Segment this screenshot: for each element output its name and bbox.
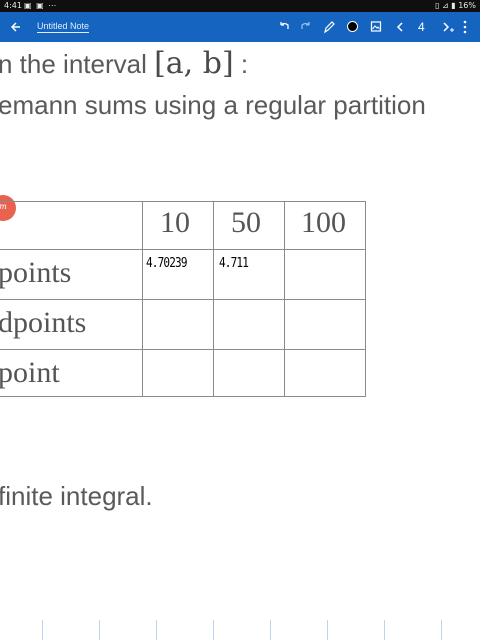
table-bottom-border: [0, 396, 366, 397]
notification-icons: ▣ ▣ ⋯: [24, 1, 58, 10]
page-guide: [270, 620, 271, 640]
handwritten-value-n50: 4.711: [219, 256, 249, 271]
app-bar: Untitled Note 4: [0, 12, 480, 42]
note-title[interactable]: Untitled Note: [37, 21, 90, 33]
table-row-border: [0, 249, 366, 250]
page-guide: [327, 620, 328, 640]
row-label-midpoints: dpoints: [0, 306, 87, 339]
battery-level: 16%: [458, 1, 476, 10]
page-guide: [213, 620, 214, 640]
next-add-page-icon[interactable]: [440, 12, 454, 42]
interval-text: n the interval: [0, 49, 155, 79]
interval-math: [a, b]: [154, 46, 234, 81]
note-line-riemann: emann sums using a regular partition: [0, 90, 426, 120]
status-time: 4:41: [4, 1, 22, 10]
column-header-10: 10: [160, 206, 190, 239]
status-bar: 4:41 ▣ ▣ ⋯ ▯ ⊿ ▮ 16%: [0, 0, 480, 12]
page-guide: [42, 620, 43, 640]
table-column-border: [213, 201, 214, 397]
note-line-interval: n the interval [a, b] :: [0, 46, 248, 81]
page-guide: [441, 620, 442, 640]
logo-badge: m: [0, 195, 16, 221]
column-header-100: 100: [301, 206, 346, 239]
table-row-border: [0, 299, 366, 300]
column-header-50: 50: [231, 206, 261, 239]
note-canvas[interactable]: n the interval [a, b] : emann sums using…: [0, 42, 480, 640]
row-label-points: points: [0, 256, 72, 289]
redo-icon[interactable]: [300, 12, 312, 42]
more-menu-icon[interactable]: [462, 12, 468, 42]
pen-icon[interactable]: [323, 12, 335, 42]
page-guide: [99, 620, 100, 640]
table-row-border: [0, 349, 366, 350]
handwritten-value-n10: 4.70239: [146, 256, 187, 271]
page-number: 4: [418, 20, 425, 34]
table-column-border: [142, 201, 143, 397]
table-top-border: [0, 201, 366, 202]
status-right: ▯ ⊿ ▮ 16%: [435, 1, 476, 10]
page-guide: [384, 620, 385, 640]
back-arrow-icon[interactable]: [10, 12, 22, 42]
page-guide: [156, 620, 157, 640]
previous-page-icon[interactable]: [395, 12, 405, 42]
undo-icon[interactable]: [278, 12, 290, 42]
row-label-point: point: [0, 356, 60, 389]
table-column-border: [365, 201, 366, 397]
image-icon[interactable]: [370, 12, 382, 42]
system-icons: ▯ ⊿ ▮: [435, 1, 456, 10]
interval-tail: :: [233, 49, 249, 79]
note-line-integral: finite integral.: [0, 481, 153, 511]
table-column-border: [284, 201, 285, 397]
pen-color-swatch[interactable]: [347, 21, 358, 32]
